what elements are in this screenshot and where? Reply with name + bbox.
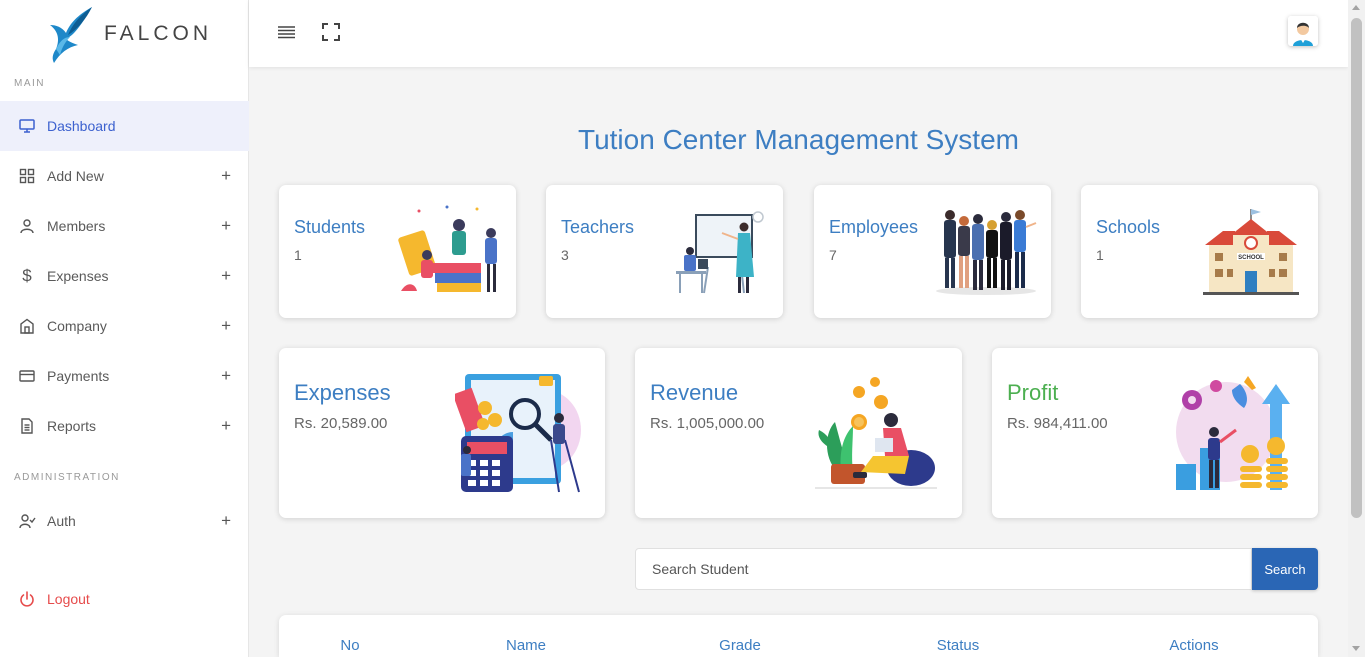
stat-value: 3 [561,247,569,263]
sidebar-item-label: Reports [47,418,97,434]
revenue-illustration-icon [815,377,937,489]
finance-title: Expenses [294,380,391,405]
sidebar-item-label: Members [47,218,106,234]
monitor-icon [18,117,36,135]
stat-title: Schools [1096,217,1161,237]
power-icon [18,590,36,608]
building-icon [18,317,36,335]
scrollbar-thumb[interactable] [1351,18,1362,518]
logout-label: Logout [47,591,90,607]
search-button[interactable]: Search [1252,548,1318,590]
sidebar-admin-nav: Auth + [0,496,249,546]
sidebar-item-auth[interactable]: Auth + [0,496,249,546]
finance-title: Profit [1007,380,1059,405]
scrollbar[interactable] [1348,0,1365,657]
plus-icon[interactable]: + [221,166,231,186]
sidebar-item-label: Payments [47,368,110,384]
user-icon [18,217,36,235]
employees-illustration-icon [936,210,1037,295]
dollar-icon: $ [22,266,32,285]
sidebar-item-reports[interactable]: Reports + [0,401,249,451]
brand[interactable]: FALCON [0,0,248,67]
table-header-status[interactable]: Status [937,637,980,654]
stat-card-employees[interactable]: Employees 7 [814,185,1051,318]
plus-icon[interactable]: + [221,316,231,336]
sidebar-item-label: Expenses [47,268,109,284]
sidebar-logout: Logout [0,574,249,624]
scroll-down-icon[interactable] [1352,646,1360,651]
stat-title: Employees [829,217,919,237]
stat-title: Teachers [561,217,635,237]
sidebar-item-label: Auth [47,513,76,529]
brand-name: FALCON [104,21,213,45]
finance-value: Rs. 984,411.00 [1007,415,1108,432]
students-illustration-icon [398,205,497,292]
sidebar-item-dashboard[interactable]: Dashboard [0,101,249,151]
sidebar-item-payments[interactable]: Payments + [0,351,249,401]
expenses-illustration-icon [455,374,581,493]
table-header-grade[interactable]: Grade [719,637,761,654]
user-avatar[interactable] [1288,16,1318,46]
finance-card-expenses[interactable]: Expenses Rs. 20,589.00 [279,348,605,518]
plus-icon[interactable]: + [221,366,231,386]
expand-icon [322,23,340,41]
stat-title: Students [294,217,366,237]
plus-icon[interactable]: + [221,511,231,531]
page-title: Tution Center Management System [578,124,1019,155]
stat-card-students[interactable]: Students 1 [279,185,516,318]
sidebar: FALCON MAIN Dashboard Add New + Members … [0,0,249,657]
sidebar-item-label: Add New [47,168,104,184]
table-header-no[interactable]: No [340,637,359,654]
stat-value: 7 [829,247,837,263]
finance-card-revenue[interactable]: Revenue Rs. 1,005,000.00 [635,348,962,518]
sidebar-item-expenses[interactable]: $ Expenses + [0,251,249,301]
section-main-label: MAIN [14,78,45,89]
stat-card-teachers[interactable]: Teachers 3 [546,185,783,318]
fullscreen-button[interactable] [321,22,341,42]
grid-icon [18,167,36,185]
falcon-logo-icon [50,6,92,63]
profit-illustration-icon [1176,376,1290,490]
students-table: No Name Grade Status Actions [279,615,1318,657]
plus-icon[interactable]: + [221,216,231,236]
scroll-up-icon[interactable] [1352,5,1360,10]
stat-value: 1 [294,247,302,263]
section-admin-label: ADMINISTRATION [14,472,120,483]
school-building-icon: SCHOOL [1203,209,1299,295]
credit-card-icon [18,367,36,385]
user-check-icon [18,512,36,530]
finance-value: Rs. 1,005,000.00 [650,415,765,432]
table-header-actions: Actions [1169,637,1219,654]
topbar [249,0,1348,67]
avatar-icon [1288,16,1318,46]
logout-button[interactable]: Logout [0,574,249,624]
finance-card-profit[interactable]: Profit Rs. 984,411.00 [992,348,1318,518]
finance-value: Rs. 20,589.00 [294,415,388,432]
stat-value: 1 [1096,247,1104,263]
sidebar-item-company[interactable]: Company + [0,301,249,351]
teachers-illustration-icon [676,211,764,294]
plus-icon[interactable]: + [221,416,231,436]
plus-icon[interactable]: + [221,266,231,286]
sidebar-item-label: Company [47,318,107,334]
menu-toggle-button[interactable] [277,22,297,42]
table-header-name[interactable]: Name [506,637,546,654]
sidebar-item-add-new[interactable]: Add New + [0,151,249,201]
stat-card-schools[interactable]: Schools 1 SCHOOL [1081,185,1318,318]
sidebar-item-label: Dashboard [47,118,116,134]
hamburger-icon [278,26,295,39]
finance-title: Revenue [650,380,739,405]
sidebar-item-members[interactable]: Members + [0,201,249,251]
sidebar-nav: Dashboard Add New + Members + $ Expenses… [0,101,249,451]
document-icon [18,417,36,435]
svg-text:SCHOOL: SCHOOL [1238,255,1264,261]
search-student-input[interactable] [635,548,1252,590]
